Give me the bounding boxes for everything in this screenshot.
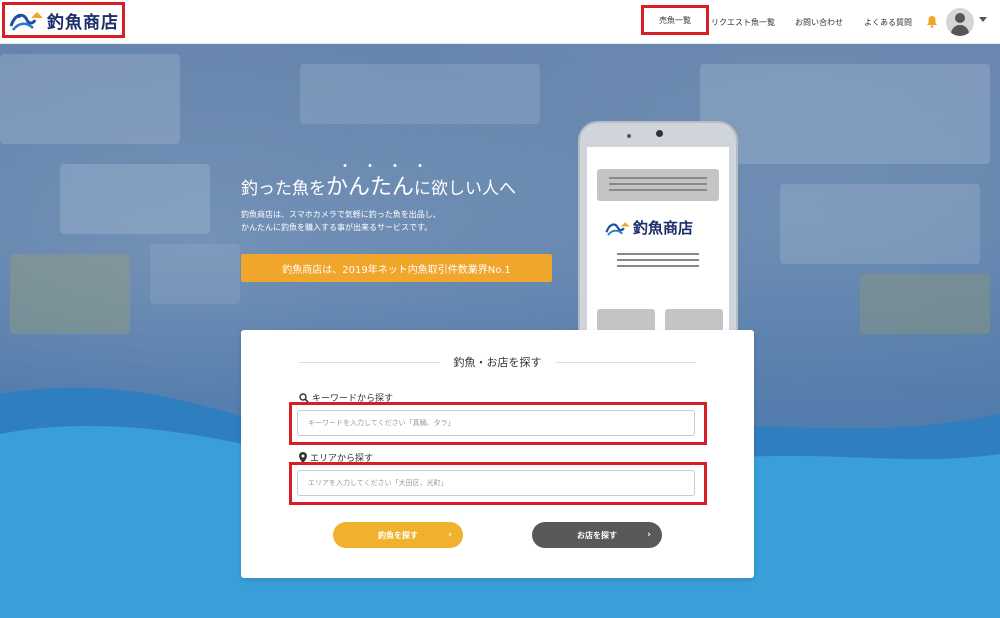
nav-item-faq[interactable]: よくある質問 (858, 0, 918, 44)
phone-wave-logo-icon (605, 221, 630, 236)
site-logo[interactable]: 釣魚商店 (2, 2, 125, 38)
phone-screen: 釣魚商店 (587, 147, 729, 357)
divider (299, 361, 440, 363)
logo-text: 釣魚商店 (47, 12, 119, 33)
hero-title-emphasis: かんたん (326, 175, 415, 200)
hero-desc-line1: 釣魚商店は、スマホカメラで気軽に釣った魚を出品し、 (241, 210, 441, 219)
search-card-heading: 釣魚・お店を探す (299, 352, 696, 372)
hero-description: 釣魚商店は、スマホカメラで気軽に釣った魚を出品し、 かんたんに釣魚を購入する事が… (241, 208, 441, 234)
phone-header-block (597, 169, 719, 201)
hero-desc-line2: かんたんに釣魚を購入する事が出来るサービスです。 (241, 223, 433, 232)
phone-line (609, 177, 707, 179)
search-shop-button[interactable]: お店を探す › (532, 522, 662, 548)
phone-line (609, 189, 707, 191)
search-fish-button-label: 釣魚を探す (378, 530, 418, 540)
phone-line (617, 253, 699, 255)
search-shop-button-label: お店を探す (577, 530, 617, 540)
search-icon (299, 392, 309, 403)
user-avatar[interactable] (946, 8, 974, 36)
wave-logo-icon (9, 12, 43, 31)
hero-title-post: に欲しい人へ (414, 179, 517, 199)
nav-item-fish-list[interactable]: 売魚一覧 (641, 5, 709, 35)
avatar-head (955, 13, 965, 23)
phone-line (617, 265, 699, 267)
nav-item-contact[interactable]: お問い合わせ (789, 0, 849, 44)
site-header: 釣魚商店 売魚一覧 リクエスト魚一覧 お問い合わせ よくある質問 (0, 0, 1000, 44)
hero-title: 釣った魚をかんたんに欲しい人へ (241, 169, 516, 201)
search-card: 釣魚・お店を探す キーワードから探す キーワードを入力してください「真鯛、タラ」… (241, 330, 754, 578)
phone-logo: 釣魚商店 (605, 217, 693, 238)
hero-section: ・・・・ 釣った魚をかんたんに欲しい人へ 釣魚商店は、スマホカメラで気軽に釣った… (0, 44, 1000, 618)
divider (555, 361, 696, 363)
hero-badge: 釣魚商店は、2019年ネット内魚取引件数業界No.1 (241, 254, 552, 282)
search-fish-button[interactable]: 釣魚を探す › (333, 522, 463, 548)
phone-camera (627, 134, 631, 138)
notification-bell-icon[interactable] (926, 15, 938, 28)
avatar-body (951, 25, 969, 36)
chevron-right-icon: › (647, 530, 651, 540)
user-menu-caret-icon[interactable] (979, 17, 987, 22)
keyword-search-input[interactable]: キーワードを入力してください「真鯛、タラ」 (297, 410, 695, 436)
area-search-input[interactable]: エリアを入力してください「大田区、光町」 (297, 470, 695, 496)
phone-logo-text: 釣魚商店 (633, 219, 694, 237)
search-card-title: 釣魚・お店を探す (453, 356, 542, 369)
phone-line (609, 183, 707, 185)
nav-item-request-list[interactable]: リクエスト魚一覧 (709, 0, 777, 44)
chevron-right-icon: › (448, 530, 452, 540)
phone-speaker (656, 130, 663, 137)
phone-line (617, 259, 699, 261)
hero-title-pre: 釣った魚を (241, 179, 326, 199)
